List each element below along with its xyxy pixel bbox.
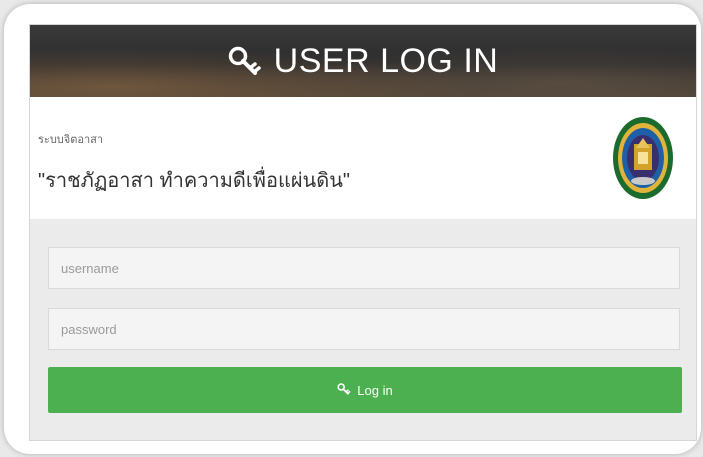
password-input[interactable] (48, 308, 680, 350)
login-form: Log in (48, 247, 682, 413)
login-panel: USER LOG IN ระบบจิตอาสา "ราชภัฏอาสา ทำคว… (29, 24, 697, 441)
key-icon (228, 46, 262, 76)
slogan-text: "ราชภัฏอาสา ทำความดีเพื่อแผ่นดิน" (38, 170, 350, 192)
login-button-label: Log in (357, 382, 393, 398)
username-input[interactable] (48, 247, 680, 289)
header-title-group: USER LOG IN (228, 42, 499, 81)
system-name: ระบบจิตอาสา (38, 134, 104, 146)
login-header: USER LOG IN (30, 25, 696, 97)
brand-section: ระบบจิตอาสา "ราชภัฏอาสา ทำความดีเพื่อแผ่… (30, 97, 696, 219)
login-button[interactable]: Log in (48, 367, 682, 413)
page-title: USER LOG IN (273, 41, 499, 80)
login-card-frame: USER LOG IN ระบบจิตอาสา "ราชภัฏอาสา ทำคว… (4, 4, 701, 454)
key-icon (337, 382, 351, 398)
university-seal-logo (612, 116, 674, 200)
